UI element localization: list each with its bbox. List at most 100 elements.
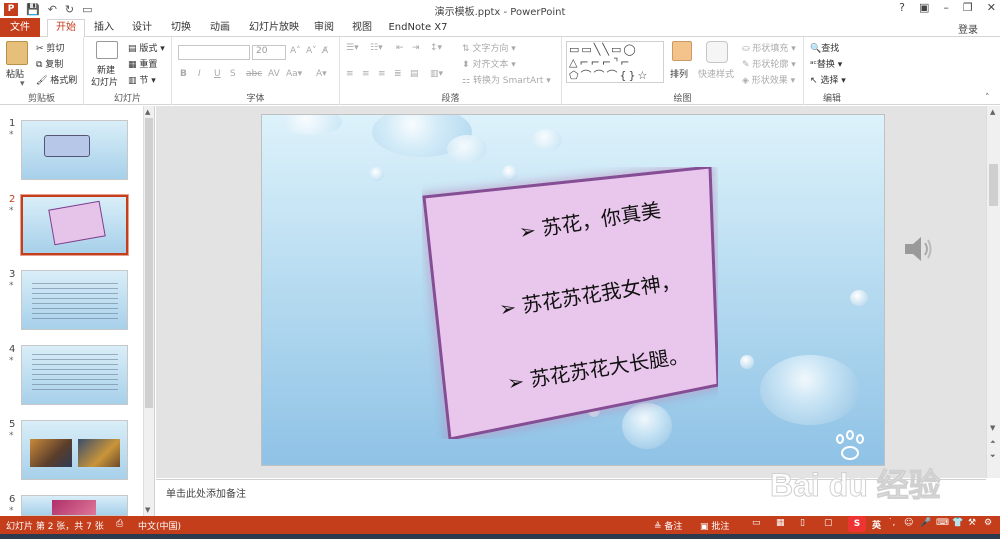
align-text-button[interactable]: ⬍ 对齐文本 ▾ <box>462 57 516 70</box>
tab-endnote[interactable]: EndNote X7 <box>387 20 449 37</box>
emoji-icon[interactable]: ☺ <box>904 518 913 528</box>
punctuation-icon[interactable]: ˙, <box>888 518 895 528</box>
shape-fill-button[interactable]: ⛀ 形状填充 ▾ <box>742 41 796 54</box>
thumbnail-slide-5[interactable] <box>21 420 128 480</box>
columns-icon[interactable]: ▥▾ <box>430 69 443 79</box>
layout-button[interactable]: ▤ 版式 ▾ <box>128 41 165 54</box>
justify-icon[interactable]: ≣ <box>394 69 402 79</box>
char-spacing-icon[interactable]: AV <box>268 69 280 79</box>
numbering-icon[interactable]: ☷▾ <box>370 43 383 53</box>
keyboard-icon[interactable]: ⌨ <box>936 518 949 528</box>
tab-file[interactable]: 文件 <box>0 18 40 37</box>
find-button[interactable]: 🔍查找 <box>810 41 839 54</box>
tab-review[interactable]: 审阅 <box>308 20 340 37</box>
sign-in-link[interactable]: 登录 <box>958 21 978 36</box>
slide-sorter-icon[interactable]: ▦ <box>776 518 785 528</box>
arrange-icon[interactable] <box>672 41 692 61</box>
reset-button[interactable]: ▦ 重置 <box>128 57 157 70</box>
select-button[interactable]: ↖ 选择 ▾ <box>810 73 846 86</box>
undo-icon[interactable]: ↶ <box>48 3 57 16</box>
paste-icon[interactable] <box>6 41 28 65</box>
audio-speaker-icon[interactable] <box>901 234 935 264</box>
slideshow-icon[interactable]: ▢ <box>824 518 833 528</box>
tab-home[interactable]: 开始 <box>47 19 85 38</box>
shape-outline-button[interactable]: ✎ 形状轮廓 ▾ <box>742 57 796 70</box>
notes-placeholder[interactable]: 单击此处添加备注 <box>166 485 246 500</box>
collapse-ribbon-icon[interactable]: ˄ <box>985 93 990 103</box>
tab-view[interactable]: 视图 <box>346 20 378 37</box>
sogou-ime-icon[interactable]: S <box>848 516 866 532</box>
slide-scrollbar[interactable]: ▲ ▼ ⏶ ⏷ <box>986 106 1000 478</box>
normal-view-icon[interactable]: ▭ <box>752 518 761 528</box>
new-slide-icon[interactable] <box>96 41 118 59</box>
help-button[interactable]: ? <box>899 1 905 14</box>
text-direction-button[interactable]: ⇅ 文字方向 ▾ <box>462 41 516 54</box>
redo-icon[interactable]: ↻ <box>65 3 74 16</box>
format-painter-button[interactable]: 🖌 格式刷 <box>36 73 77 86</box>
clear-format-icon[interactable]: A̸ <box>322 46 328 56</box>
align-left-icon[interactable]: ≡ <box>346 69 354 79</box>
thumbnails-scrollbar[interactable]: ▲ ▼ <box>143 106 154 516</box>
new-slide-label-2[interactable]: 幻灯片 <box>91 75 118 88</box>
replace-button[interactable]: ᵃᶜ替换 ▾ <box>810 57 842 70</box>
thumbnail-slide-6[interactable] <box>21 495 128 516</box>
shrink-font-icon[interactable]: A˅ <box>306 46 317 56</box>
ribbon-display-icon[interactable]: ▣ <box>919 1 929 14</box>
microphone-icon[interactable]: 🎤 <box>920 518 931 528</box>
tab-transitions[interactable]: 切换 <box>165 20 197 37</box>
start-from-beginning-icon[interactable]: ▭ <box>82 3 92 16</box>
slide-scroll-up-icon[interactable]: ▲ <box>990 108 995 116</box>
distributed-icon[interactable]: ▤ <box>410 69 419 79</box>
skin-icon[interactable]: 👕 <box>952 518 963 528</box>
close-icon[interactable]: ✕ <box>987 1 996 14</box>
spellcheck-icon[interactable]: ⎙ <box>116 519 123 529</box>
arrange-button[interactable]: 排列 <box>670 67 688 80</box>
slide-scroll-thumb[interactable] <box>989 164 998 206</box>
copy-button[interactable]: ⧉ 复制 <box>36 57 63 70</box>
grow-font-icon[interactable]: A˄ <box>290 46 301 56</box>
ime-mode[interactable]: 英 <box>872 518 881 531</box>
notes-toggle[interactable]: ≜ 备注 <box>654 519 682 532</box>
underline-icon[interactable]: U <box>214 69 221 79</box>
cut-button[interactable]: ✂ 剪切 <box>36 41 64 54</box>
strikethrough-icon[interactable]: abc <box>246 69 262 79</box>
thumbnail-slide-4[interactable] <box>21 345 128 405</box>
font-size-combo[interactable]: 20 <box>252 45 286 60</box>
shape-effects-button[interactable]: ◈ 形状效果 ▾ <box>742 73 795 86</box>
settings-icon[interactable]: ⚙ <box>984 518 992 528</box>
thumbnails-scroll-thumb[interactable] <box>145 118 153 408</box>
minimize-icon[interactable]: – <box>943 1 949 14</box>
save-icon[interactable]: 💾 <box>26 3 40 16</box>
thumbnail-slide-2[interactable] <box>20 194 129 256</box>
align-center-icon[interactable]: ≡ <box>362 69 370 79</box>
quick-styles-button[interactable]: 快速样式 <box>698 67 734 80</box>
bullets-icon[interactable]: ☰▾ <box>346 43 359 53</box>
change-case-icon[interactable]: Aa▾ <box>286 69 302 79</box>
line-spacing-icon[interactable]: ↕▾ <box>430 43 442 53</box>
restore-icon[interactable]: ❐ <box>963 1 973 14</box>
tab-slideshow[interactable]: 幻灯片放映 <box>244 20 304 37</box>
decrease-indent-icon[interactable]: ⇤ <box>396 43 404 53</box>
align-right-icon[interactable]: ≡ <box>378 69 386 79</box>
quick-styles-icon[interactable] <box>706 41 728 63</box>
thumbnail-slide-3[interactable] <box>21 270 128 330</box>
comments-toggle[interactable]: ▣ 批注 <box>700 519 729 532</box>
italic-icon[interactable]: I <box>198 69 201 79</box>
current-slide[interactable]: ➢ 苏花，你真美 ➢ 苏花苏花我女神， ➢ 苏花苏花大长腿。 <box>261 114 885 466</box>
bold-icon[interactable]: B <box>180 69 187 79</box>
thumbnail-slide-1[interactable] <box>21 120 128 180</box>
font-name-combo[interactable] <box>178 45 250 60</box>
tab-design[interactable]: 设计 <box>126 20 158 37</box>
scroll-down-icon[interactable]: ▼ <box>145 506 150 514</box>
section-button[interactable]: ▥ 节 ▾ <box>128 73 156 86</box>
shapes-gallery[interactable]: ▭▭╲╲▭◯ △⌐⌐⌐⌝⌐ ⬠⌒⌒⌒{}☆ <box>566 41 664 83</box>
tab-insert[interactable]: 插入 <box>88 20 120 37</box>
toolbox-icon[interactable]: ⚒ <box>968 518 976 528</box>
tab-animations[interactable]: 动画 <box>204 20 236 37</box>
increase-indent-icon[interactable]: ⇥ <box>412 43 420 53</box>
reading-view-icon[interactable]: ▯ <box>800 518 805 528</box>
font-color-icon[interactable]: A▾ <box>316 69 327 79</box>
scroll-up-icon[interactable]: ▲ <box>145 108 150 116</box>
slide-text-box[interactable]: ➢ 苏花，你真美 ➢ 苏花苏花我女神， ➢ 苏花苏花大长腿。 <box>422 165 720 441</box>
language-indicator[interactable]: 中文(中国) <box>138 519 181 532</box>
